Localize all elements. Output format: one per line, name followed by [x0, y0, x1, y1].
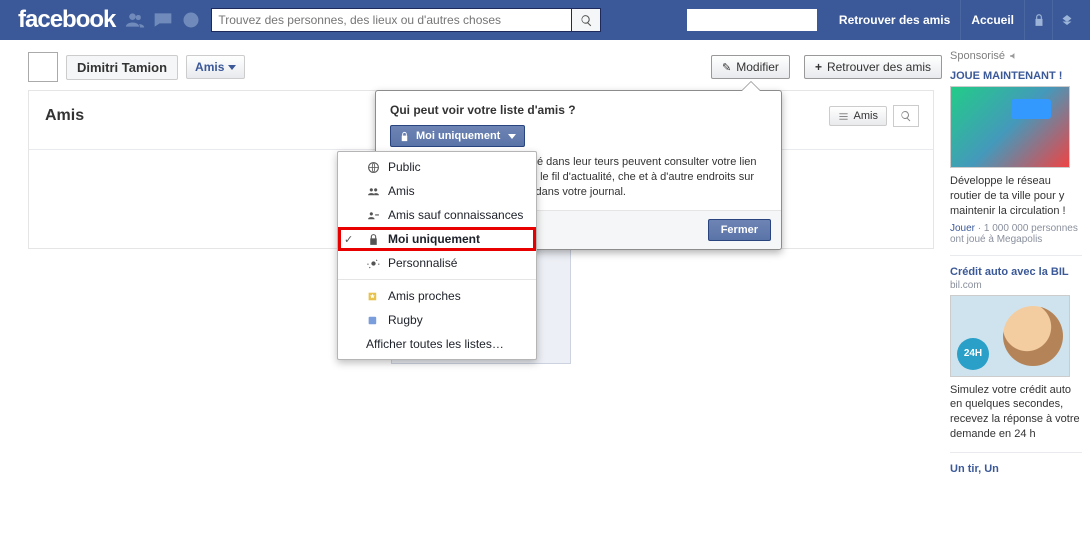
menu-item-only-me[interactable]: ✓ Moi uniquement [338, 227, 536, 251]
lock-icon [366, 232, 380, 246]
profile-name-button[interactable]: Dimitri Tamion [66, 55, 178, 80]
top-notification-icons [125, 10, 201, 30]
ad2-domain: bil.com [950, 280, 1082, 291]
avatar[interactable] [28, 52, 58, 82]
menu-label: Rugby [388, 313, 423, 327]
search-box [211, 8, 601, 32]
globe-icon [366, 160, 380, 174]
menu-label: Amis sauf connaissances [388, 208, 523, 222]
messages-icon[interactable] [153, 10, 173, 30]
menu-label: Afficher toutes les listes… [366, 337, 504, 351]
ad2-image[interactable]: 24H [950, 295, 1070, 377]
gear-icon [366, 256, 380, 270]
ad1-title[interactable]: JOUE MAINTENANT ! [950, 70, 1082, 82]
ad1-subtext: Jouer · 1 000 000 personnes ont joué à M… [950, 223, 1082, 245]
ad1-text: Développe le réseau routier de ta ville … [950, 174, 1082, 219]
list-star-icon [366, 289, 380, 303]
find-friends-button[interactable]: + Retrouver des amis [804, 55, 942, 79]
facebook-logo[interactable]: facebook [18, 6, 115, 34]
notifications-icon[interactable] [181, 10, 201, 30]
ad1-play-link[interactable]: Jouer [950, 223, 975, 234]
friends-filter-button[interactable]: Amis [829, 106, 887, 126]
menu-label: Amis [388, 184, 415, 198]
list-icon [838, 111, 849, 122]
menu-separator [338, 279, 536, 280]
ad3-title[interactable]: Un tir, Un [950, 463, 1082, 475]
ad1-image[interactable] [950, 86, 1070, 168]
menu-item-friends-except[interactable]: Amis sauf connaissances [338, 203, 536, 227]
menu-item-custom[interactable]: Personnalisé [338, 251, 536, 275]
pencil-icon: ✎ [722, 61, 731, 74]
check-icon: ✓ [344, 233, 353, 246]
privacy-dropdown-menu: Public Amis Amis sauf connaissances ✓ Mo… [337, 151, 537, 360]
sponsored-column: Sponsorisé JOUE MAINTENANT ! Développe l… [944, 40, 1090, 477]
popover-arrow [741, 81, 761, 91]
friend-requests-icon[interactable] [125, 10, 145, 30]
chevron-down-icon [508, 134, 516, 139]
modify-button[interactable]: ✎ Modifier [711, 55, 790, 79]
page-title: Amis [45, 107, 84, 125]
lock-icon [399, 131, 410, 142]
ad2-text: Simulez votre crédit auto en quelques se… [950, 383, 1082, 442]
friends-icon [366, 184, 380, 198]
find-friends-label: Retrouver des amis [827, 60, 931, 74]
menu-label: Personnalisé [388, 256, 457, 270]
menu-item-public[interactable]: Public [338, 155, 536, 179]
topbar-find-friends[interactable]: Retrouver des amis [829, 0, 960, 40]
topbar: facebook Retrouver des amis Accueil [0, 0, 1090, 40]
close-button[interactable]: Fermer [708, 219, 771, 241]
search-input[interactable] [211, 8, 571, 32]
ad2-badge: 24H [957, 338, 989, 370]
sponsored-header: Sponsorisé [950, 50, 1082, 62]
settings-gear-icon[interactable] [1052, 0, 1080, 40]
menu-item-friends[interactable]: Amis [338, 179, 536, 203]
profile-row: Dimitri Tamion Amis ✎ Modifier + Retrouv… [18, 46, 944, 90]
search-icon [580, 14, 593, 27]
modify-label: Modifier [736, 60, 779, 74]
search-icon [900, 110, 912, 122]
privacy-selector-label: Moi uniquement [416, 130, 500, 142]
friends-tab-label: Amis [195, 60, 224, 74]
topbar-blank-field[interactable] [687, 9, 817, 31]
menu-show-all-lists[interactable]: Afficher toutes les listes… [338, 332, 536, 356]
friends-tab-button[interactable]: Amis [186, 55, 245, 79]
ad2-title[interactable]: Crédit auto avec la BIL [950, 266, 1082, 278]
megaphone-icon [1009, 51, 1019, 61]
privacy-question: Qui peut voir votre liste d'amis ? [376, 91, 781, 125]
menu-label: Moi uniquement [388, 232, 480, 246]
ad2-face-graphic [1003, 306, 1063, 366]
topbar-home[interactable]: Accueil [960, 0, 1024, 40]
friends-minus-icon [366, 208, 380, 222]
chevron-down-icon [228, 65, 236, 70]
menu-label: Public [388, 160, 421, 174]
plus-icon: + [815, 60, 822, 74]
menu-list-close-friends[interactable]: Amis proches [338, 284, 536, 308]
friends-search-button[interactable] [893, 105, 919, 127]
menu-label: Amis proches [388, 289, 461, 303]
menu-list-rugby[interactable]: Rugby [338, 308, 536, 332]
search-button[interactable] [571, 8, 601, 32]
privacy-shortcuts-icon[interactable] [1024, 0, 1052, 40]
privacy-selector-button[interactable]: Moi uniquement [390, 125, 525, 147]
list-generic-icon [366, 313, 380, 327]
